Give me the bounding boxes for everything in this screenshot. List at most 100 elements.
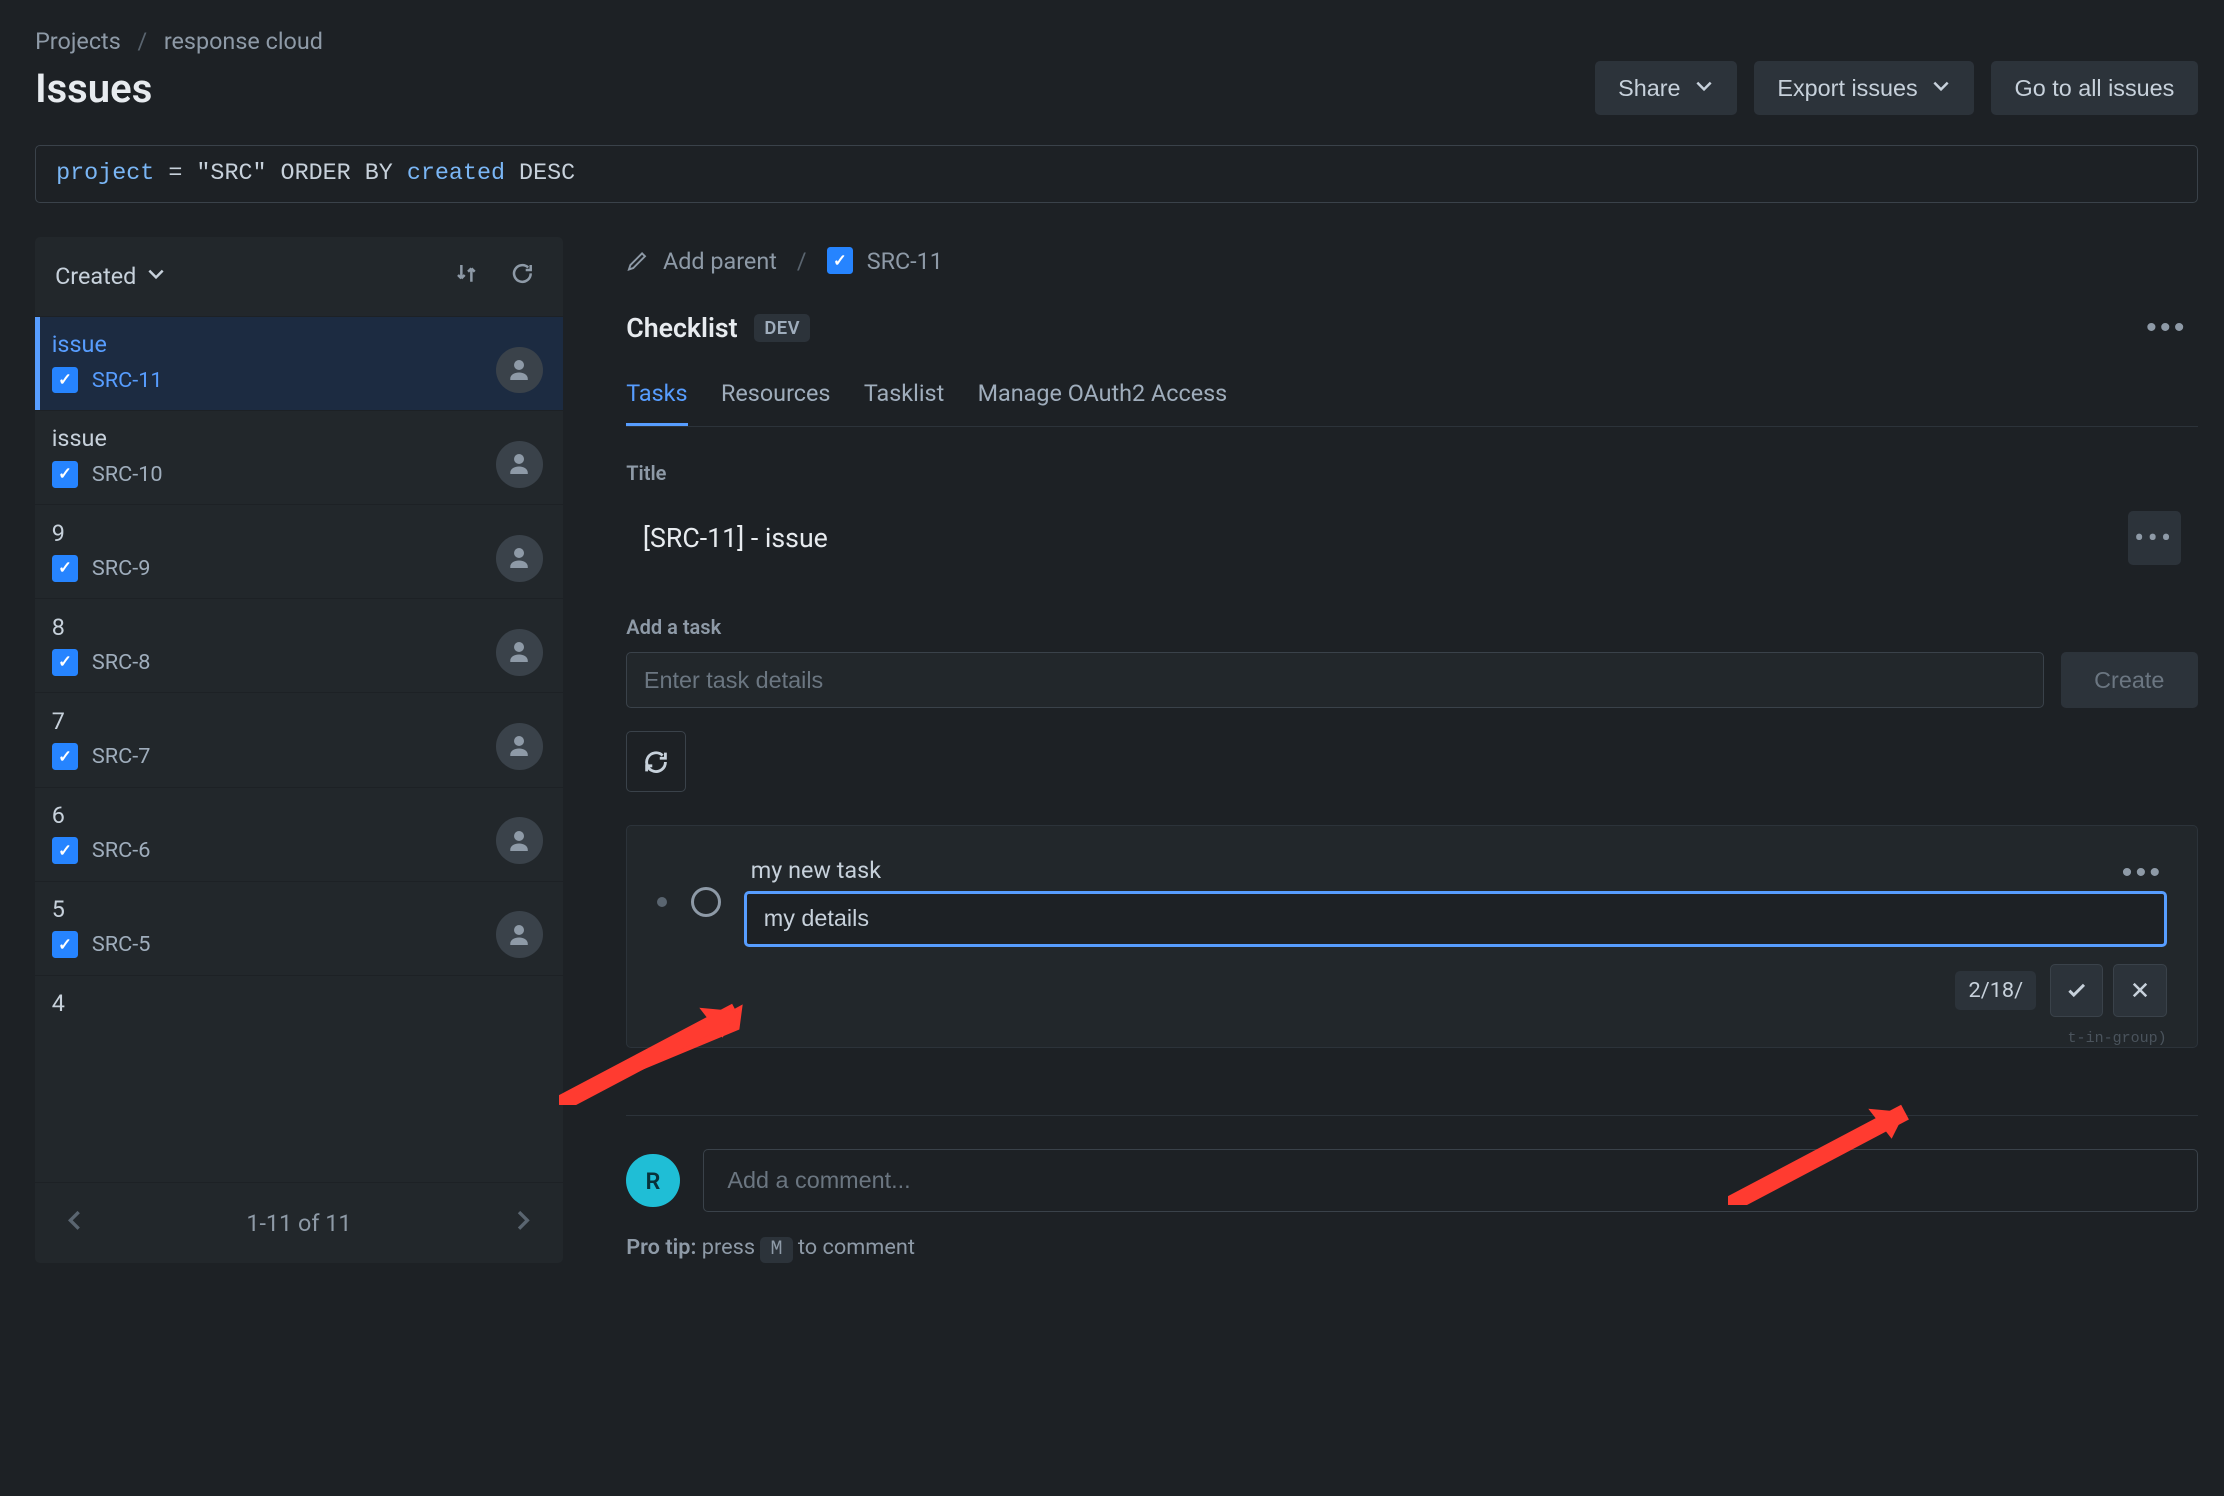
issue-summary: 5 xyxy=(52,895,546,923)
add-task-label: Add a task xyxy=(626,615,2197,639)
issue-item[interactable]: 9 SRC-9 xyxy=(35,504,563,598)
issue-summary: issue xyxy=(52,424,546,452)
issue-item[interactable]: 4 xyxy=(35,975,563,1032)
issue-summary: 9 xyxy=(52,519,546,547)
add-task-input[interactable] xyxy=(626,652,2044,708)
prev-page-button[interactable] xyxy=(55,1200,95,1246)
confirm-button[interactable] xyxy=(2050,964,2103,1017)
task-details-input[interactable] xyxy=(744,891,2167,947)
task-date[interactable]: 2/18/ xyxy=(1955,971,2036,1009)
assignee-avatar[interactable] xyxy=(496,629,543,676)
separator xyxy=(626,1115,2197,1116)
tab-oauth2[interactable]: Manage OAuth2 Access xyxy=(978,369,1228,427)
issue-summary: 6 xyxy=(52,801,546,829)
breadcrumb-projects[interactable]: Projects xyxy=(35,27,121,55)
sort-label: Created xyxy=(55,262,136,290)
panel-more-button[interactable]: ••• xyxy=(2136,305,2198,352)
pencil-icon xyxy=(626,249,649,272)
chevron-right-icon xyxy=(509,1207,536,1234)
tab-tasklist[interactable]: Tasklist xyxy=(864,369,944,427)
issue-key: SRC-6 xyxy=(92,838,151,863)
issue-type-icon xyxy=(52,931,79,958)
issue-summary: issue xyxy=(52,330,546,358)
chevron-left-icon xyxy=(62,1207,89,1234)
jql-keyword-project: project xyxy=(56,161,154,187)
header-actions: Share Export issues Go to all issues xyxy=(1595,61,2198,115)
create-task-button[interactable]: Create xyxy=(2061,652,2198,708)
panel-tabs: Tasks Resources Tasklist Manage OAuth2 A… xyxy=(626,369,2197,428)
pro-tip: Pro tip: press M to comment xyxy=(626,1235,2197,1263)
panel-badge: DEV xyxy=(754,314,810,342)
issue-key: SRC-5 xyxy=(92,932,151,957)
chevron-down-icon xyxy=(146,262,166,290)
issue-list: issue SRC-11 issue SRC-10 9 SRC-9 xyxy=(35,316,563,1032)
sort-direction-button[interactable] xyxy=(446,253,486,299)
jql-keyword-created: created xyxy=(407,161,505,187)
go-to-all-issues-button[interactable]: Go to all issues xyxy=(1991,61,2198,115)
assignee-avatar[interactable] xyxy=(496,723,543,770)
pagination-range: 1-11 of 11 xyxy=(246,1209,351,1237)
group-note: t-in-group) xyxy=(2068,1029,2167,1047)
check-icon xyxy=(2065,979,2088,1002)
issue-item[interactable]: 8 SRC-8 xyxy=(35,598,563,692)
task-more-button[interactable]: ••• xyxy=(2112,849,2174,896)
title-row: [SRC-11] - issue ••• xyxy=(626,498,2197,578)
assignee-avatar[interactable] xyxy=(496,911,543,958)
keyboard-key: M xyxy=(760,1237,792,1263)
tab-tasks[interactable]: Tasks xyxy=(626,369,687,427)
issue-list-sidebar: Created issue xyxy=(35,237,563,1263)
issue-type-icon xyxy=(52,367,79,394)
issue-key-label: SRC-11 xyxy=(867,247,943,275)
breadcrumb: Projects / response cloud xyxy=(35,27,2198,55)
issue-summary: 4 xyxy=(52,989,546,1017)
refresh-list-button[interactable] xyxy=(503,253,543,299)
issue-item[interactable]: issue SRC-11 xyxy=(35,316,563,410)
issue-key: SRC-7 xyxy=(92,744,151,769)
issue-type-icon xyxy=(52,555,79,582)
title-more-button[interactable]: ••• xyxy=(2128,511,2181,564)
refresh-icon xyxy=(509,260,536,287)
breadcrumb-separator: / xyxy=(137,27,147,55)
share-label: Share xyxy=(1618,75,1680,102)
next-page-button[interactable] xyxy=(503,1200,543,1246)
issue-type-icon xyxy=(52,461,79,488)
page-title: Issues xyxy=(35,65,152,112)
assignee-avatar[interactable] xyxy=(496,535,543,582)
breadcrumb-project-name[interactable]: response cloud xyxy=(164,27,323,55)
issue-type-icon xyxy=(827,247,854,274)
issue-summary: 7 xyxy=(52,707,546,735)
panel-title: Checklist xyxy=(626,312,737,344)
close-icon xyxy=(2130,980,2150,1000)
refresh-icon xyxy=(641,747,671,777)
cancel-button[interactable] xyxy=(2113,964,2166,1017)
assignee-avatar[interactable] xyxy=(496,441,543,488)
title-value[interactable]: [SRC-11] - issue xyxy=(643,522,828,554)
issue-key: SRC-9 xyxy=(92,556,151,581)
issue-summary: 8 xyxy=(52,613,546,641)
share-button[interactable]: Share xyxy=(1595,61,1738,115)
task-checkbox[interactable] xyxy=(691,887,721,917)
task-card: ••• my new task 2/18/ xyxy=(626,825,2197,1048)
issue-item[interactable]: 5 SRC-5 xyxy=(35,881,563,975)
bullet-icon xyxy=(657,897,667,907)
refresh-tasks-button[interactable] xyxy=(626,731,686,791)
sort-desc-icon xyxy=(453,260,480,287)
assignee-avatar[interactable] xyxy=(496,347,543,394)
sort-dropdown[interactable]: Created xyxy=(55,262,166,290)
tab-resources[interactable]: Resources xyxy=(721,369,830,427)
export-issues-button[interactable]: Export issues xyxy=(1754,61,1974,115)
issue-detail-panel: Add parent / SRC-11 Checklist DEV ••• Ta… xyxy=(626,237,2197,1263)
jql-query-bar[interactable]: project = "SRC" ORDER BY created DESC xyxy=(35,145,2198,203)
add-parent-button[interactable]: Add parent xyxy=(626,247,777,275)
assignee-avatar[interactable] xyxy=(496,817,543,864)
chevron-down-icon xyxy=(1931,75,1951,102)
issue-type-icon xyxy=(52,743,79,770)
issue-item[interactable]: 7 SRC-7 xyxy=(35,692,563,786)
issue-key: SRC-11 xyxy=(92,368,163,393)
issue-item[interactable]: 6 SRC-6 xyxy=(35,787,563,881)
issue-key-chip[interactable]: SRC-11 xyxy=(827,247,943,275)
issue-key: SRC-8 xyxy=(92,650,151,675)
user-avatar[interactable]: R xyxy=(626,1154,679,1207)
issue-item[interactable]: issue SRC-10 xyxy=(35,410,563,504)
comment-input[interactable] xyxy=(703,1149,2198,1211)
